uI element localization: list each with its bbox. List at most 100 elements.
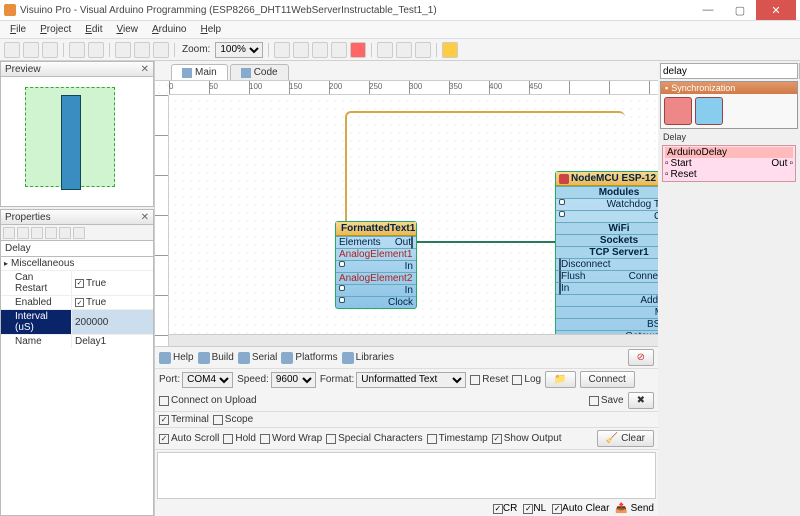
bottom-tab-help[interactable]: Help — [159, 352, 194, 364]
tab-code[interactable]: Code — [230, 64, 289, 80]
property-category[interactable]: Miscellaneous — [1, 257, 153, 270]
menu-file[interactable]: File — [4, 23, 32, 36]
tool-save[interactable] — [42, 42, 58, 58]
terminal-output[interactable] — [157, 452, 656, 499]
main-toolbar: Zoom: 100% — [0, 39, 800, 61]
reset-checkbox[interactable] — [470, 375, 480, 385]
tool-cut[interactable] — [115, 42, 131, 58]
minimize-button[interactable]: — — [692, 0, 724, 20]
tool-paste[interactable] — [153, 42, 169, 58]
cr-checkbox[interactable]: ✓ — [493, 504, 503, 514]
menu-bar: FileProjectEditViewArduinoHelp — [0, 21, 800, 39]
property-row[interactable]: Can Restart✓ True — [1, 270, 153, 295]
prop-tool-1[interactable] — [3, 227, 15, 239]
clear-button[interactable]: 🧹 Clear — [597, 430, 654, 447]
format-label: Format: — [320, 374, 354, 385]
menu-view[interactable]: View — [110, 23, 144, 36]
prop-tool-3[interactable] — [31, 227, 43, 239]
properties-grid[interactable]: Miscellaneous Can Restart✓ TrueEnabled✓ … — [0, 257, 154, 516]
tab-main[interactable]: Main — [171, 64, 228, 80]
prop-tool-5[interactable] — [59, 227, 71, 239]
prop-tool-6[interactable] — [73, 227, 85, 239]
opt-special-characters[interactable]: Special Characters — [326, 433, 422, 444]
tool-undo[interactable] — [69, 42, 85, 58]
component-details[interactable]: ArduinoDelay ▫StartOut▫ ▫Reset — [662, 145, 796, 182]
tool-e[interactable] — [377, 42, 393, 58]
preview-pane[interactable] — [0, 77, 154, 207]
editor-tabs: MainCode — [155, 61, 658, 81]
ruler-vertical — [155, 95, 169, 346]
preview-close[interactable]: ✕ — [141, 64, 149, 75]
maximize-button[interactable]: ▢ — [724, 0, 756, 20]
tool-d[interactable] — [331, 42, 347, 58]
category-panel: Synchronization — [660, 81, 798, 129]
tool-c[interactable] — [312, 42, 328, 58]
properties-close[interactable]: ✕ — [141, 212, 149, 223]
close-button[interactable]: ✕ — [756, 0, 796, 20]
tool-f[interactable] — [396, 42, 412, 58]
left-panel: Preview✕ Properties✕ Delay Miscellaneous… — [0, 61, 155, 516]
tool-copy[interactable] — [134, 42, 150, 58]
opt-auto-scroll[interactable]: ✓Auto Scroll — [159, 433, 219, 444]
opt-timestamp[interactable]: Timestamp — [427, 433, 488, 444]
format-select[interactable]: Unformatted Text — [356, 372, 466, 388]
property-row[interactable]: Interval (uS)200000 — [1, 309, 153, 334]
node-title: FormattedText1 — [341, 223, 415, 234]
menu-project[interactable]: Project — [34, 23, 77, 36]
speed-select[interactable]: 9600 — [271, 372, 316, 388]
node-title: NodeMCU ESP-12 — [571, 173, 656, 184]
opt-word-wrap[interactable]: Word Wrap — [260, 433, 322, 444]
menu-arduino[interactable]: Arduino — [146, 23, 192, 36]
menu-edit[interactable]: Edit — [79, 23, 108, 36]
title-bar: Visuino Pro - Visual Arduino Programming… — [0, 0, 800, 21]
port-select[interactable]: COM4 — [182, 372, 233, 388]
tool-open[interactable] — [23, 42, 39, 58]
tool-b[interactable] — [293, 42, 309, 58]
tool-redo[interactable] — [88, 42, 104, 58]
design-canvas[interactable]: 050100150200250300350400450 FormattedTex… — [155, 81, 658, 346]
save-tool-button[interactable]: ✖ — [628, 392, 654, 409]
bottom-tab-serial[interactable]: Serial — [238, 352, 278, 364]
category-header[interactable]: Synchronization — [661, 82, 797, 94]
send-button[interactable]: 📤 Send — [615, 503, 654, 514]
bottom-tab-platforms[interactable]: Platforms — [281, 352, 337, 364]
tool-delete[interactable] — [350, 42, 366, 58]
opt-show-output[interactable]: ✓Show Output — [492, 433, 562, 444]
zoom-select[interactable]: 100% — [215, 42, 263, 58]
bottom-tab-libraries[interactable]: Libraries — [342, 352, 394, 364]
bottom-tab-build[interactable]: Build — [198, 352, 234, 364]
connect-button[interactable]: Connect — [580, 371, 635, 388]
property-row[interactable]: NameDelay1 — [1, 334, 153, 348]
subtab-scope[interactable]: Scope — [213, 414, 253, 425]
component-icon-1[interactable] — [664, 97, 692, 125]
opt-hold[interactable]: Hold — [223, 433, 256, 444]
component-label: Delay — [660, 131, 798, 143]
properties-toolbar — [0, 225, 154, 241]
save-checkbox[interactable] — [589, 396, 599, 406]
log-path-button[interactable]: 📁 — [545, 371, 575, 388]
properties-header: Properties✕ — [0, 209, 154, 225]
nl-checkbox[interactable]: ✓ — [523, 504, 533, 514]
canvas-scrollbar-h[interactable] — [169, 334, 658, 346]
component-search[interactable] — [660, 63, 798, 79]
prop-tool-4[interactable] — [45, 227, 57, 239]
property-row[interactable]: Enabled✓ True — [1, 295, 153, 309]
menu-help[interactable]: Help — [194, 23, 227, 36]
bottom-panel-close[interactable]: ⊘ — [628, 349, 654, 366]
prop-tool-2[interactable] — [17, 227, 29, 239]
log-checkbox[interactable] — [512, 375, 522, 385]
subtab-terminal[interactable]: ✓Terminal — [159, 414, 209, 425]
tool-new[interactable] — [4, 42, 20, 58]
component-icon-2[interactable] — [695, 97, 723, 125]
tool-h[interactable] — [442, 42, 458, 58]
tool-g[interactable] — [415, 42, 431, 58]
connect-upload-checkbox[interactable] — [159, 396, 169, 406]
node-icon — [559, 174, 569, 184]
node-formattedtext1[interactable]: FormattedText1 ElementsOut AnalogElement… — [335, 221, 417, 309]
autoclear-checkbox[interactable]: ✓ — [552, 504, 562, 514]
bottom-panel: HelpBuildSerialPlatformsLibraries⊘ Port:… — [155, 346, 658, 516]
tool-a[interactable] — [274, 42, 290, 58]
center-panel: MainCode 050100150200250300350400450 For… — [155, 61, 658, 516]
node-nodemcu[interactable]: NodeMCU ESP-12 Modules Watchdog Timer Cl… — [555, 171, 658, 346]
preview-header: Preview✕ — [0, 61, 154, 77]
